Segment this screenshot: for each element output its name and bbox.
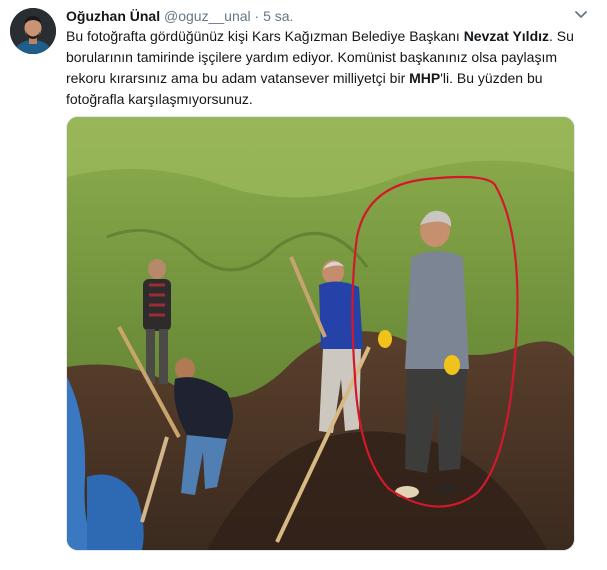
tweet-text-part: Bu fotoğrafta gördüğünüz kişi Kars Kağız… (66, 28, 464, 44)
tweet-header: Oğuzhan Ünal @oguz__unal · 5 sa. (66, 7, 597, 25)
tweet-text-bold-name: Nevzat Yıldız (463, 28, 550, 44)
author-name[interactable]: Oğuzhan Ünal (66, 8, 160, 24)
chevron-down-icon-glyph (575, 11, 587, 18)
tweet-photo[interactable] (66, 116, 575, 551)
tweet-text: Bu fotoğrafta gördüğünüz kişi Kars Kağız… (66, 26, 586, 110)
author-handle[interactable]: @oguz__unal (164, 8, 251, 24)
tweet-text-bold-party: MHP (409, 70, 441, 86)
separator-dot: · (254, 8, 260, 24)
tweet: Oğuzhan Ünal @oguz__unal · 5 sa. Bu foto… (0, 0, 607, 570)
tweet-timestamp[interactable]: 5 sa. (263, 8, 293, 24)
author-avatar[interactable] (10, 8, 56, 54)
photo-illustration (67, 117, 574, 550)
chevron-down-icon[interactable] (573, 8, 589, 22)
avatar-image (10, 8, 56, 54)
